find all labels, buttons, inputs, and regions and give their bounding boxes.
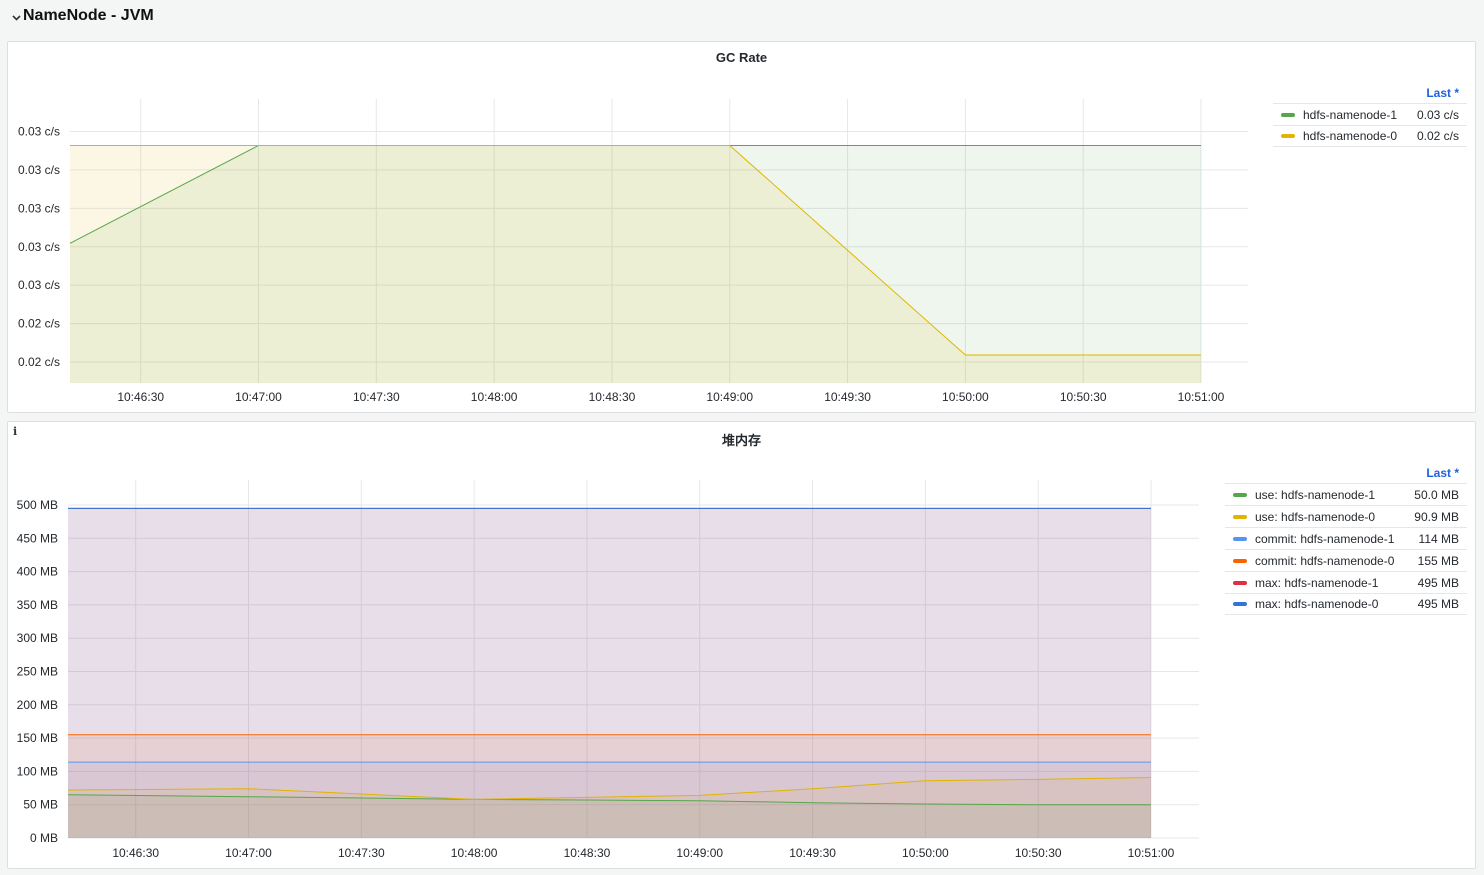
legend-item[interactable]: use: hdfs-namenode-1 50.0 MB <box>1225 483 1467 505</box>
legend-series-name: use: hdfs-namenode-0 <box>1255 509 1376 524</box>
y-tick-label: 300 MB <box>17 631 58 645</box>
y-tick-label: 0.03 c/s <box>18 124 60 138</box>
legend-item[interactable]: max: hdfs-namenode-0 495 MB <box>1225 593 1467 615</box>
legend-swatch <box>1233 580 1247 585</box>
y-tick-label: 500 MB <box>17 498 58 512</box>
x-tick-label: 10:48:00 <box>471 390 518 404</box>
legend-item[interactable]: max: hdfs-namenode-1 495 MB <box>1225 571 1467 593</box>
gc-rate-chart[interactable]: 0.03 c/s 0.03 c/s 0.03 c/s 0.03 c/s 0.03 c/s… <box>8 42 1477 414</box>
y-tick-label: 350 MB <box>17 598 58 612</box>
x-axis-ticks: 10:46:30 10:47:00 10:47:30 10:48:00 10:48:30… <box>112 846 1174 860</box>
legend-item[interactable]: hdfs-namenode-0 0.02 c/s <box>1273 125 1467 147</box>
y-tick-label: 200 MB <box>17 698 58 712</box>
y-tick-label: 0.03 c/s <box>18 278 60 292</box>
y-tick-label: 0.03 c/s <box>18 201 60 215</box>
x-tick-label: 10:47:30 <box>353 390 400 404</box>
legend-last-value: 495 MB <box>1417 575 1459 590</box>
y-tick-label: 400 MB <box>17 565 58 579</box>
x-tick-label: 10:50:30 <box>1015 846 1062 860</box>
y-tick-label: 150 MB <box>17 731 58 745</box>
legend-swatch <box>1233 514 1247 519</box>
x-tick-label: 10:46:30 <box>112 846 159 860</box>
legend-last-value: 0.02 c/s <box>1416 129 1459 143</box>
row-title[interactable]: NameNode - JVM <box>23 7 154 25</box>
x-tick-label: 10:46:30 <box>117 390 164 404</box>
legend-last-value: 50.0 MB <box>1414 487 1459 502</box>
x-tick-label: 10:47:00 <box>225 846 272 860</box>
y-tick-label: 250 MB <box>17 665 58 679</box>
gc-rate-panel[interactable]: GC Rate 0.03 c/s 0.03 c/s 0.03 c/s 0.03 c/s… <box>7 41 1476 413</box>
y-tick-label: 0.03 c/s <box>18 240 60 254</box>
heap-memory-legend: Last * use: hdfs-namenode-1 50.0 MB use: h… <box>1225 463 1467 615</box>
legend-series-name: hdfs-namenode-0 <box>1303 129 1398 143</box>
x-tick-label: 10:49:00 <box>676 846 723 860</box>
legend-item[interactable]: commit: hdfs-namenode-0 155 MB <box>1225 549 1467 571</box>
legend-last-value: 114 MB <box>1418 531 1459 546</box>
x-tick-label: 10:49:30 <box>824 390 871 404</box>
x-tick-label: 10:47:00 <box>235 390 282 404</box>
x-tick-label: 10:50:30 <box>1060 390 1107 404</box>
x-tick-label: 10:48:30 <box>589 390 636 404</box>
legend-last-value: 155 MB <box>1417 553 1459 568</box>
y-tick-label: 0.02 c/s <box>18 317 60 331</box>
chevron-down-icon[interactable] <box>10 11 22 25</box>
x-tick-label: 10:50:00 <box>942 390 989 404</box>
x-tick-label: 10:49:30 <box>789 846 836 860</box>
y-axis-ticks: 0 MB 50 MB 100 MB 150 MB 200 MB 250 MB 300 MB 3… <box>17 498 58 845</box>
x-tick-label: 10:48:00 <box>451 846 498 860</box>
legend-swatch <box>1233 558 1247 563</box>
legend-swatch <box>1233 492 1247 497</box>
heap-memory-panel[interactable]: i 堆内存 0 MB 50 MB 100 MB 150 MB 200 MB 250 MB 3… <box>7 421 1476 869</box>
x-tick-label: 10:51:00 <box>1128 846 1175 860</box>
legend-series-name: commit: hdfs-namenode-1 <box>1255 531 1395 546</box>
legend-last-value: 0.03 c/s <box>1416 107 1459 122</box>
legend-series-name: commit: hdfs-namenode-0 <box>1255 553 1395 568</box>
legend-item[interactable]: use: hdfs-namenode-0 90.9 MB <box>1225 505 1467 527</box>
y-tick-label: 50 MB <box>23 798 58 812</box>
legend-item[interactable]: commit: hdfs-namenode-1 114 MB <box>1225 527 1467 549</box>
y-axis-ticks: 0.03 c/s 0.03 c/s 0.03 c/s 0.03 c/s 0.03 c/s… <box>18 124 60 369</box>
legend-last-value: 90.9 MB <box>1414 509 1459 524</box>
legend-sort-header[interactable]: Last * <box>1225 463 1467 483</box>
legend-sort-header[interactable]: Last * <box>1273 83 1467 103</box>
legend-swatch <box>1233 602 1247 606</box>
x-tick-label: 10:49:00 <box>706 390 753 404</box>
legend-swatch <box>1281 134 1295 138</box>
x-tick-label: 10:50:00 <box>902 846 949 860</box>
x-tick-label: 10:48:30 <box>564 846 611 860</box>
legend-series-name: use: hdfs-namenode-1 <box>1255 487 1376 502</box>
legend-series-name: hdfs-namenode-1 <box>1303 107 1398 122</box>
legend-series-name: max: hdfs-namenode-0 <box>1255 597 1379 611</box>
gc-rate-legend: Last * hdfs-namenode-1 0.03 c/s hdfs-namen… <box>1273 83 1467 147</box>
y-tick-label: 0 MB <box>30 831 58 845</box>
series-areas <box>70 145 1201 383</box>
y-tick-label: 450 MB <box>17 531 58 545</box>
legend-swatch <box>1281 112 1295 117</box>
dashboard-row-header[interactable]: NameNode - JVM <box>0 0 1484 36</box>
y-tick-label: 100 MB <box>17 764 58 778</box>
y-tick-label: 0.02 c/s <box>18 355 60 369</box>
x-tick-label: 10:47:30 <box>338 846 385 860</box>
legend-last-value: 495 MB <box>1417 597 1459 611</box>
legend-series-name: max: hdfs-namenode-1 <box>1255 575 1379 590</box>
legend-item[interactable]: hdfs-namenode-1 0.03 c/s <box>1273 103 1467 125</box>
x-axis-ticks: 10:46:30 10:47:00 10:47:30 10:48:00 10:48:30… <box>117 390 1224 404</box>
y-tick-label: 0.03 c/s <box>18 163 60 177</box>
x-tick-label: 10:51:00 <box>1178 390 1225 404</box>
legend-swatch <box>1233 536 1247 541</box>
